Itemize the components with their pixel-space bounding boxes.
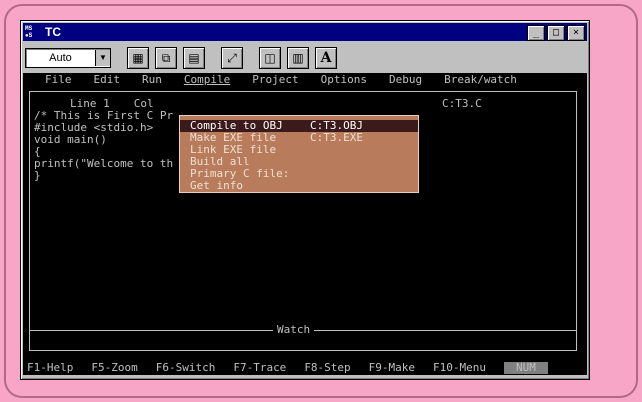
fkey-step[interactable]: F8-Step [304, 362, 350, 374]
background-icon[interactable]: ▥ [287, 47, 309, 69]
fullscreen-icon[interactable]: ⤢ [221, 47, 243, 69]
mark-icon[interactable]: ▦ [127, 47, 149, 69]
menu-compile[interactable]: Compile [184, 73, 230, 87]
menu-item-label: Get info [190, 179, 243, 192]
copy-icon[interactable]: ⧉ [155, 47, 177, 69]
fkey-switch[interactable]: F6-Switch [156, 362, 216, 374]
chevron-down-icon[interactable]: ▼ [95, 50, 110, 66]
num-lock-badge: NUM [504, 362, 548, 374]
font-size-value: Auto [49, 52, 72, 64]
paste-icon[interactable]: ▤ [183, 47, 205, 69]
fkey-make[interactable]: F9-Make [369, 362, 415, 374]
code-area[interactable]: /* This is First C Pr #include <stdio.h> v… [34, 110, 173, 182]
maximize-icon[interactable]: □ [547, 25, 565, 41]
fkey-zoom[interactable]: F5-Zoom [91, 362, 137, 374]
close-icon[interactable]: × [567, 25, 585, 41]
code-line: printf("Welcome to th [34, 157, 174, 170]
menu-options[interactable]: Options [321, 73, 367, 87]
dos-terminal[interactable]: File Edit Run Compile Project Options De… [23, 73, 587, 375]
compile-menu: Compile to OBJ C:T3.OBJ Make EXE file C:… [179, 115, 419, 193]
toolbar: Auto ▼ ▦ ⧉ ▤ ⤢ ◫ ▥ A [23, 45, 587, 71]
menu-debug[interactable]: Debug [389, 73, 422, 87]
font-icon[interactable]: A [315, 47, 337, 69]
minimize-icon[interactable]: _ [527, 25, 545, 41]
code-line: } [34, 169, 41, 182]
menu-bar: File Edit Run Compile Project Options De… [23, 73, 587, 87]
font-size-select[interactable]: Auto ▼ [25, 48, 111, 68]
fkey-help[interactable]: F1-Help [27, 362, 73, 374]
properties-icon[interactable]: ◫ [259, 47, 281, 69]
menu-edit[interactable]: Edit [94, 73, 121, 87]
file-name: C:T3.C [442, 97, 482, 110]
menu-file[interactable]: File [45, 73, 72, 87]
fkey-trace[interactable]: F7-Trace [233, 362, 286, 374]
code-line: void main() [34, 133, 107, 146]
app-window: MS ●S TC _ □ × Auto ▼ ▦ ⧉ ▤ ⤢ ◫ ▥ A File … [20, 20, 590, 380]
fkey-menu[interactable]: F10-Menu [433, 362, 486, 374]
msdos-icon[interactable]: MS ●S [25, 24, 41, 40]
menu-break-watch[interactable]: Break/watch [444, 73, 517, 87]
menu-project[interactable]: Project [252, 73, 298, 87]
menu-run[interactable]: Run [142, 73, 162, 87]
title-bar[interactable]: MS ●S TC _ □ × [23, 23, 587, 41]
function-key-bar: F1-Help F5-Zoom F6-Switch F7-Trace F8-St… [23, 361, 587, 375]
window-title: TC [45, 25, 61, 39]
menu-item-value: C:T3.EXE [310, 131, 363, 144]
watch-title: Watch [273, 324, 315, 336]
menu-item-get-info[interactable]: Get info [180, 180, 418, 192]
